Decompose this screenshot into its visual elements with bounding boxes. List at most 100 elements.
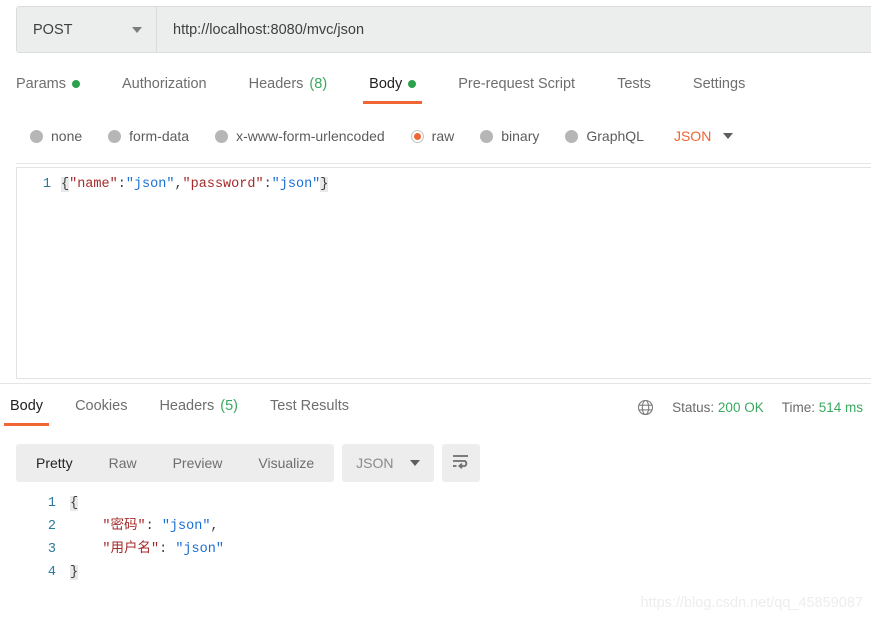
- code-token: "name": [69, 177, 118, 192]
- request-url-value: http://localhost:8080/mvc/json: [173, 21, 365, 38]
- line-number: 2: [47, 519, 56, 534]
- code-token: :: [117, 177, 126, 192]
- code-content: "密码": "json",: [70, 515, 219, 538]
- body-type-form-data-label: form-data: [129, 128, 190, 144]
- code-token: ,: [174, 177, 183, 192]
- modified-dot-icon: [408, 80, 417, 88]
- code-content: {"name":"json","password":"json"}: [61, 175, 329, 195]
- body-type-binary-label: binary: [501, 128, 540, 144]
- tab-tests[interactable]: Tests: [617, 74, 651, 104]
- response-body-code[interactable]: 1 { 2 "密码": "json", 3 "用户名": "json" 4 }: [0, 492, 871, 602]
- response-format-select[interactable]: JSON: [342, 444, 434, 482]
- code-token: "password": [182, 177, 264, 192]
- response-tabs: Body Cookies Headers (5) Test Results: [3, 396, 381, 426]
- line-number: 1: [47, 496, 56, 511]
- code-token: }: [70, 565, 79, 580]
- response-tab-cookies[interactable]: Cookies: [75, 396, 127, 426]
- code-token: {: [70, 496, 79, 511]
- view-mode-raw-label: Raw: [108, 455, 137, 471]
- view-mode-pretty[interactable]: Pretty: [18, 444, 91, 482]
- response-tab-headers-label: Headers: [159, 398, 215, 414]
- status-value: 200 OK: [717, 400, 764, 415]
- code-content: {: [70, 492, 79, 515]
- body-type-none-label: none: [51, 128, 83, 144]
- radio-icon: [108, 129, 122, 143]
- word-wrap-toggle[interactable]: [441, 444, 480, 482]
- code-token: :: [159, 542, 176, 557]
- radio-icon: [565, 129, 579, 143]
- line-number: 1: [42, 177, 51, 192]
- request-url-bar: POST http://localhost:8080/mvc/json: [16, 6, 871, 53]
- code-content: }: [70, 561, 79, 584]
- line-number: 4: [47, 565, 56, 580]
- response-tab-cookies-label: Cookies: [75, 398, 128, 414]
- code-line: 2 "密码": "json",: [0, 515, 871, 538]
- code-token: ,: [210, 519, 219, 534]
- pane-divider: [0, 383, 871, 384]
- tab-params-label: Params: [16, 76, 66, 92]
- request-body-format-value: JSON: [673, 128, 712, 144]
- response-format-value: JSON: [356, 455, 394, 471]
- code-line: 4 }: [0, 561, 871, 584]
- status-label: Status:: [672, 400, 715, 415]
- tab-settings[interactable]: Settings: [693, 74, 745, 104]
- view-mode-preview[interactable]: Preview: [155, 444, 241, 482]
- code-line: 1 {"name":"json","password":"json"}: [17, 175, 871, 195]
- tab-body[interactable]: Body: [363, 74, 423, 104]
- code-token: }: [320, 177, 329, 192]
- view-mode-visualize[interactable]: Visualize: [240, 444, 332, 482]
- code-token: "用户名": [102, 542, 160, 557]
- code-line: 3 "用户名": "json": [0, 538, 871, 561]
- postman-window: POST http://localhost:8080/mvc/json Para…: [0, 0, 871, 619]
- body-type-raw[interactable]: raw: [410, 128, 455, 144]
- code-token: "json": [125, 177, 175, 192]
- body-type-form-data[interactable]: form-data: [108, 128, 189, 144]
- word-wrap-icon: [451, 453, 470, 474]
- body-type-options: none form-data x-www-form-urlencoded raw…: [16, 121, 871, 164]
- request-body-format-select[interactable]: JSON: [673, 128, 734, 144]
- response-meta: Status: 200 OK Time: 514 ms: [637, 399, 863, 416]
- response-tab-headers[interactable]: Headers (5): [159, 396, 238, 426]
- response-tab-body-label: Body: [10, 398, 44, 414]
- response-tab-test-results[interactable]: Test Results: [270, 396, 349, 426]
- body-type-raw-label: raw: [431, 128, 455, 144]
- response-tab-test-results-label: Test Results: [270, 398, 349, 414]
- code-content: "用户名": "json": [70, 538, 224, 561]
- body-type-urlencoded-label: x-www-form-urlencoded: [236, 128, 385, 144]
- request-url-input[interactable]: http://localhost:8080/mvc/json: [157, 7, 871, 52]
- view-mode-preview-label: Preview: [172, 455, 223, 471]
- response-view-modes: Pretty Raw Preview Visualize: [16, 444, 335, 482]
- body-type-graphql-label: GraphQL: [586, 128, 644, 144]
- chevron-down-icon: [132, 26, 142, 33]
- tab-authorization[interactable]: Authorization: [122, 74, 207, 104]
- code-token: "json": [271, 177, 321, 192]
- body-type-urlencoded[interactable]: x-www-form-urlencoded: [215, 128, 385, 144]
- tab-headers[interactable]: Headers (8): [249, 74, 328, 104]
- globe-icon[interactable]: [637, 399, 654, 416]
- request-tabs: Params Authorization Headers (8) Body Pr…: [16, 74, 871, 112]
- code-token: "json": [175, 542, 224, 557]
- time-group: Time: 514 ms: [782, 400, 863, 415]
- response-tab-headers-count: (5): [220, 398, 238, 414]
- tab-pre-request-script[interactable]: Pre-request Script: [458, 74, 575, 104]
- radio-selected-icon: [410, 129, 424, 143]
- request-body-editor[interactable]: 1 {"name":"json","password":"json"}: [16, 167, 871, 379]
- body-type-binary[interactable]: binary: [480, 128, 539, 144]
- body-type-none[interactable]: none: [30, 128, 82, 144]
- tab-pre-request-script-label: Pre-request Script: [458, 76, 576, 92]
- tab-headers-count: (8): [309, 76, 328, 92]
- response-view-toolbar: Pretty Raw Preview Visualize JSON: [16, 444, 480, 482]
- line-number: 3: [47, 542, 56, 557]
- tab-params[interactable]: Params: [16, 74, 80, 104]
- view-mode-raw[interactable]: Raw: [91, 444, 155, 482]
- response-tab-body[interactable]: Body: [3, 396, 50, 426]
- time-label: Time:: [781, 400, 815, 415]
- http-method-select[interactable]: POST: [17, 7, 157, 52]
- body-type-graphql[interactable]: GraphQL: [565, 128, 644, 144]
- code-token: :: [263, 177, 272, 192]
- view-mode-pretty-label: Pretty: [36, 455, 73, 471]
- modified-dot-icon: [71, 80, 80, 88]
- tab-headers-label: Headers: [248, 76, 304, 92]
